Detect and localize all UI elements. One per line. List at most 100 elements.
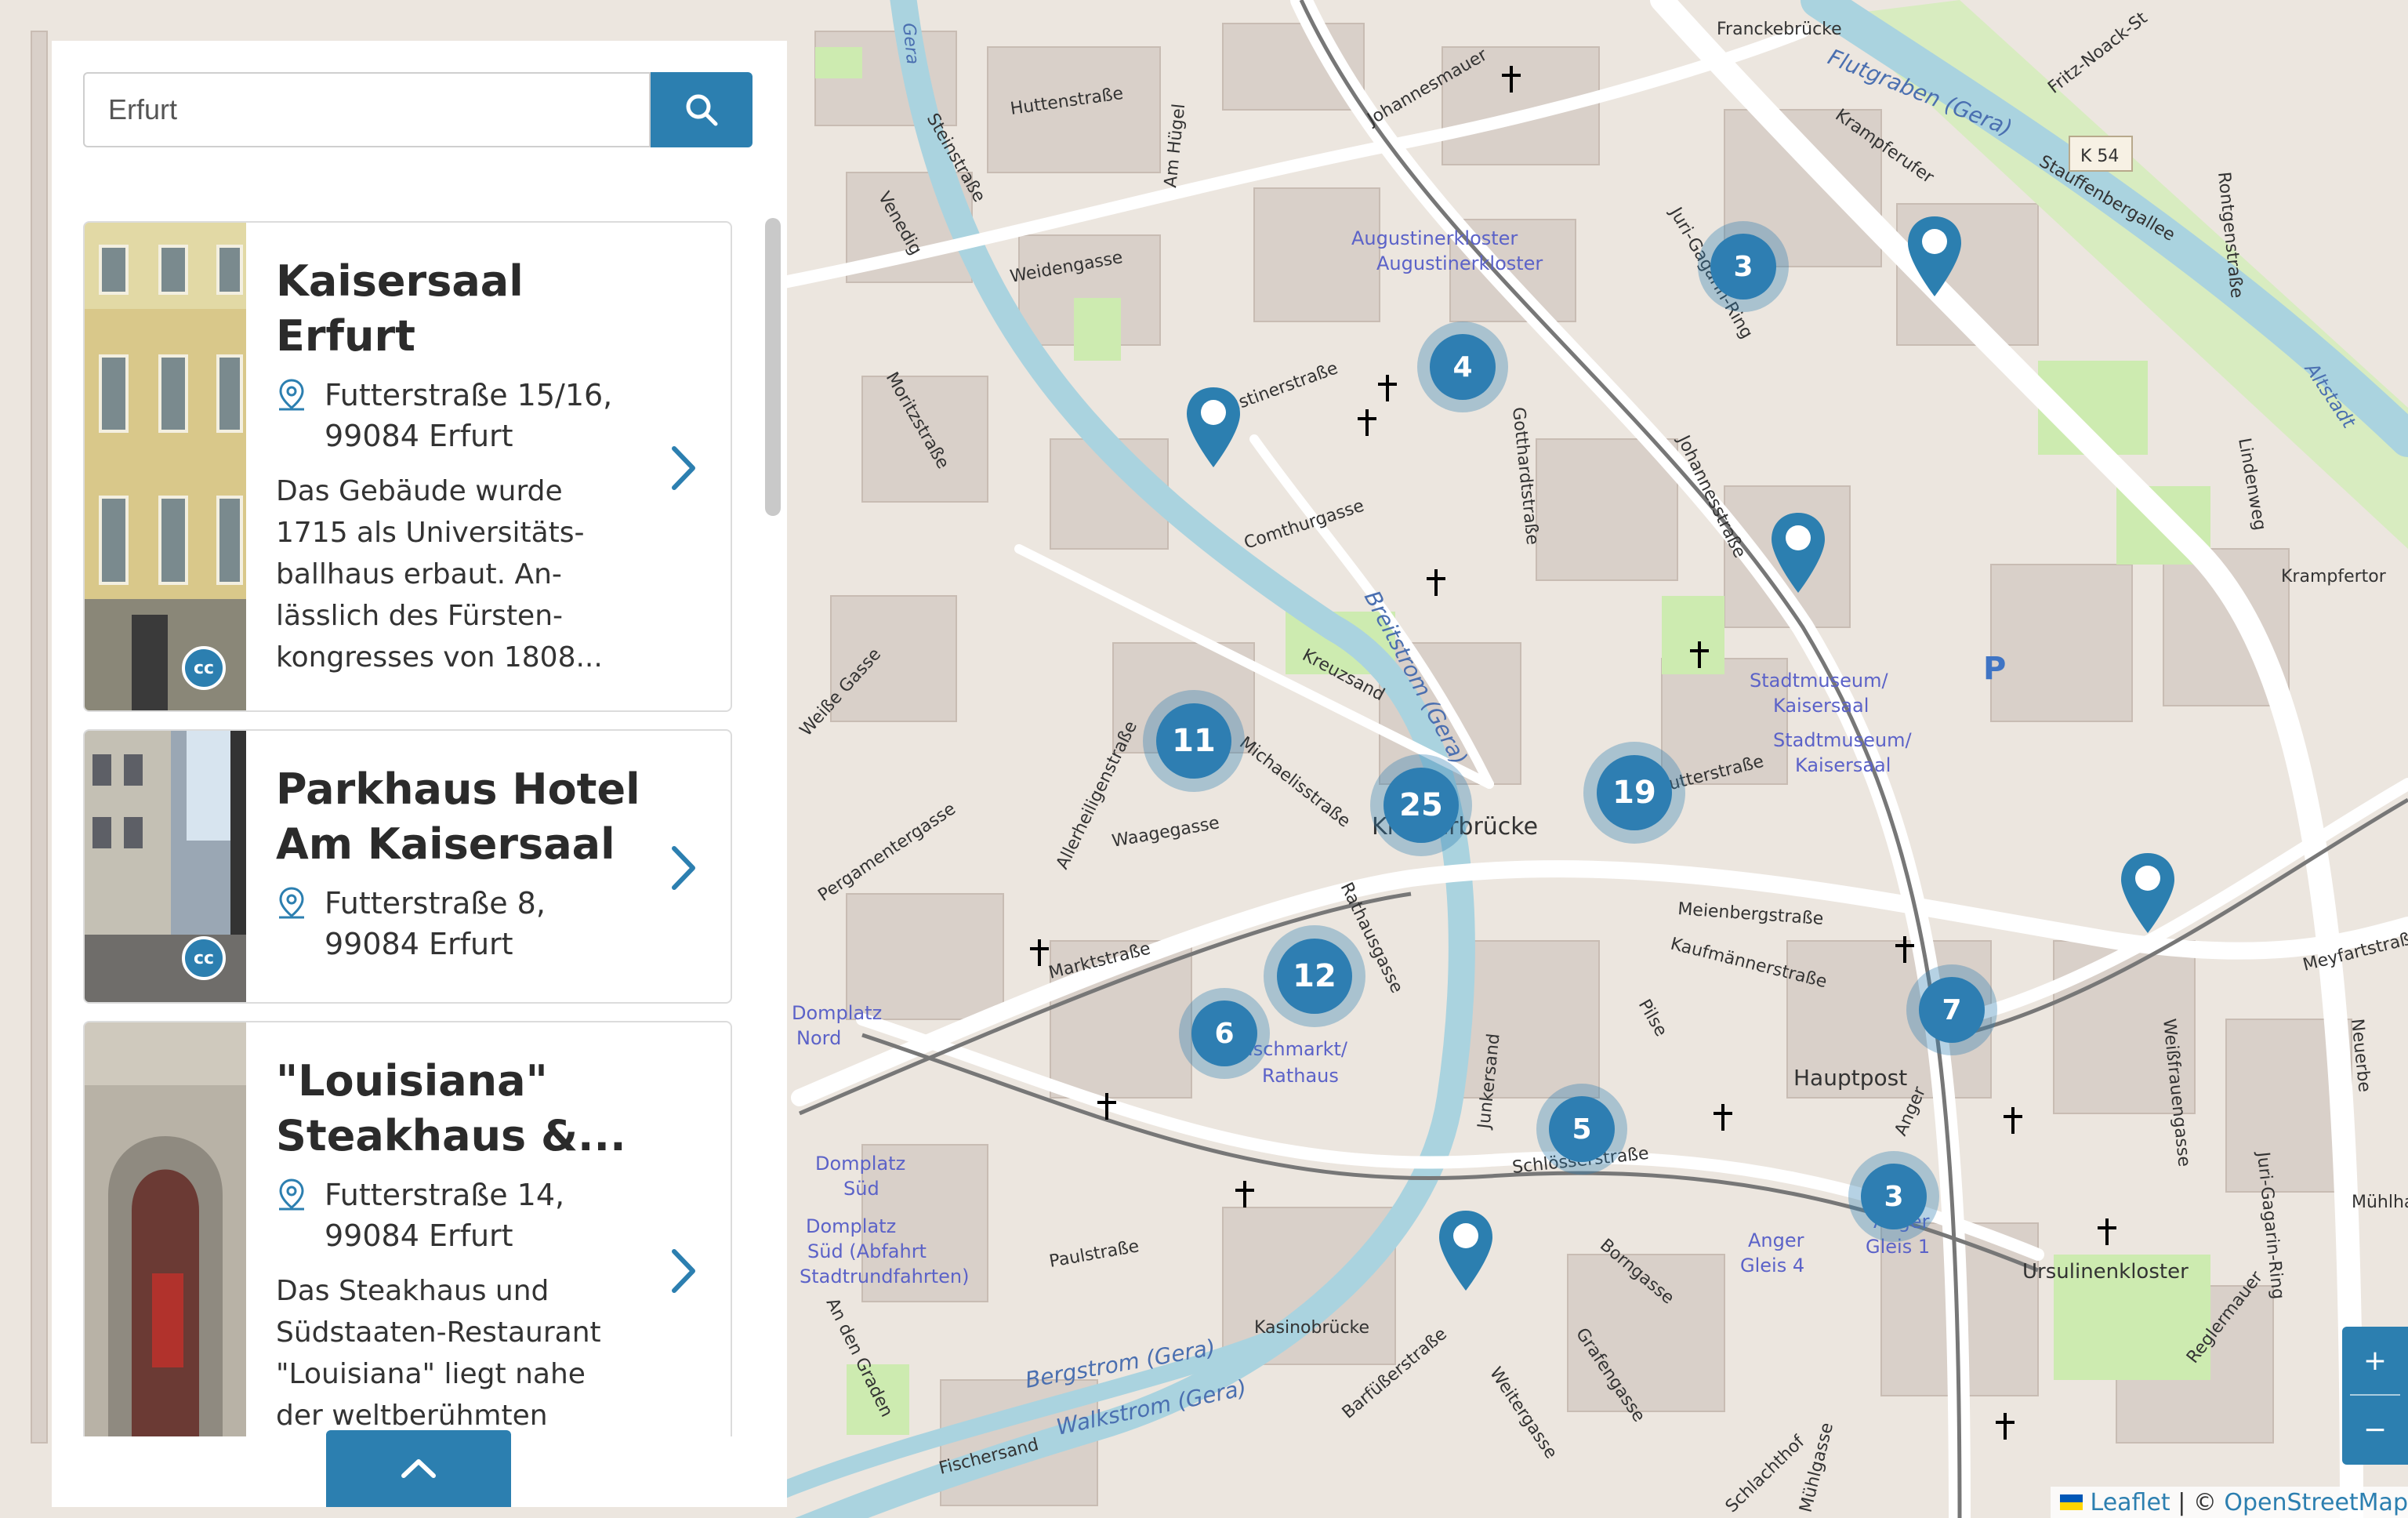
map-cluster[interactable]: 3: [1698, 221, 1789, 312]
result-title-line: "Louisiana": [276, 1056, 548, 1106]
map-marker-pin[interactable]: [1182, 384, 1245, 470]
result-body: Parkhaus Hotel Am Kaisersaal Futterstraß…: [276, 762, 644, 964]
chevron-right-icon[interactable]: [665, 841, 704, 895]
svg-text:Kasinobrücke: Kasinobrücke: [1254, 1318, 1369, 1338]
result-description: Das Gebäude wurde 1715 als Universitäts-…: [276, 470, 644, 678]
results-panel: cc Kaisersaal Erfurt Futterstraße 15/16,…: [52, 41, 787, 1507]
map-cluster[interactable]: 4: [1417, 321, 1508, 412]
svg-text:Domplatz: Domplatz: [806, 1215, 896, 1237]
map-cluster[interactable]: 12: [1264, 925, 1365, 1027]
map-marker-pin[interactable]: [1767, 510, 1830, 596]
svg-text:Augustinerkloster: Augustinerkloster: [1351, 227, 1518, 249]
result-thumbnail: [85, 1022, 246, 1436]
svg-text:P: P: [1983, 651, 2006, 687]
result-address: Futterstraße 15/16, 99084 Erfurt: [276, 375, 644, 456]
result-address: Futterstraße 8, 99084 Erfurt: [276, 883, 644, 964]
map-cluster[interactable]: 5: [1536, 1084, 1627, 1175]
map-marker-pin[interactable]: [1903, 213, 1966, 300]
description-line: Das Steakhaus und: [276, 1275, 549, 1307]
result-title: "Louisiana" Steakhaus &...: [276, 1054, 644, 1164]
svg-text:Nord: Nord: [796, 1027, 841, 1049]
svg-text:Stadtrundfahrten): Stadtrundfahrten): [800, 1266, 970, 1287]
result-title-line: Steakhaus &...: [276, 1111, 626, 1160]
description-line: kongresses von 1808...: [276, 641, 603, 674]
address-line: 99084 Erfurt: [325, 1218, 513, 1253]
cc-license-icon: cc: [182, 936, 226, 980]
result-address-text: Futterstraße 15/16, 99084 Erfurt: [325, 375, 612, 456]
address-line: Futterstraße 8,: [325, 886, 546, 921]
leaflet-link[interactable]: Leaflet: [2091, 1489, 2170, 1516]
svg-text:Franckebrücke: Franckebrücke: [1717, 20, 1842, 39]
result-title: Kaisersaal Erfurt: [276, 254, 644, 364]
map-cluster[interactable]: 25: [1370, 754, 1472, 856]
map-cluster[interactable]: 6: [1179, 988, 1270, 1079]
ukraine-flag-icon: [2060, 1494, 2083, 1510]
map-cluster[interactable]: 19: [1583, 742, 1685, 844]
svg-text:Domplatz: Domplatz: [815, 1153, 905, 1175]
marker-pin-icon: [1439, 1211, 1492, 1291]
result-title-line: Kaisersaal: [276, 256, 524, 306]
result-card[interactable]: cc Kaisersaal Erfurt Futterstraße 15/16,…: [83, 221, 732, 712]
svg-text:Rathaus: Rathaus: [1262, 1065, 1339, 1087]
chevron-right-icon[interactable]: [665, 441, 704, 496]
result-title-line: Am Kaisersaal: [276, 819, 615, 869]
cc-license-icon: cc: [182, 646, 226, 690]
map-attribution: Leaflet | © OpenStreetMap: [2051, 1487, 2408, 1518]
search-icon: [686, 94, 718, 126]
result-card[interactable]: cc Parkhaus Hotel Am Kaisersaal Futterst…: [83, 729, 732, 1004]
svg-text:Anger: Anger: [1748, 1229, 1804, 1251]
result-description: Das Steakhaus und Südstaaten-Restaurant …: [276, 1270, 644, 1436]
location-pin-icon: [279, 379, 304, 411]
doorway-photo-image: [85, 1022, 246, 1436]
search-button[interactable]: [651, 72, 752, 147]
svg-text:Stadtmuseum/: Stadtmuseum/: [1750, 670, 1888, 692]
svg-text:Augustinerkloster: Augustinerkloster: [1376, 252, 1543, 274]
results-list[interactable]: cc Kaisersaal Erfurt Futterstraße 15/16,…: [83, 179, 742, 1436]
svg-text:Süd (Abfahrt: Süd (Abfahrt: [807, 1240, 927, 1262]
description-line: Südstaaten-Restaurant: [276, 1316, 601, 1349]
result-card[interactable]: "Louisiana" Steakhaus &... Futterstraße …: [83, 1021, 732, 1436]
description-line: 1715 als Universitäts-: [276, 517, 585, 549]
result-thumbnail: cc: [85, 223, 246, 710]
location-pin-icon: [279, 887, 304, 919]
zoom-control: + −: [2342, 1327, 2408, 1465]
zoom-divider: [2350, 1394, 2400, 1396]
map-cluster[interactable]: 3: [1848, 1151, 1939, 1242]
description-line: Das Gebäude wurde: [276, 475, 563, 507]
marker-pin-icon: [1187, 387, 1240, 467]
attribution-separator: | ©: [2170, 1488, 2225, 1516]
result-address: Futterstraße 14, 99084 Erfurt: [276, 1175, 644, 1256]
result-body: Kaisersaal Erfurt Futterstraße 15/16, 99…: [276, 254, 644, 678]
search-input[interactable]: [85, 74, 649, 146]
map-marker-pin[interactable]: [2116, 850, 2179, 936]
zoom-out-button[interactable]: −: [2342, 1396, 2408, 1463]
address-line: Futterstraße 14,: [325, 1178, 565, 1212]
results-scrollbar[interactable]: [765, 179, 781, 1436]
result-title-line: Erfurt: [276, 311, 415, 361]
marker-pin-icon: [1908, 216, 1961, 296]
result-body: "Louisiana" Steakhaus &... Futterstraße …: [276, 1054, 644, 1436]
zoom-in-button[interactable]: +: [2342, 1327, 2408, 1394]
building-photo-image: [85, 223, 246, 710]
svg-text:Kaisersaal: Kaisersaal: [1795, 754, 1891, 776]
description-line: lässlich des Fürsten-: [276, 600, 564, 632]
address-line: 99084 Erfurt: [325, 419, 513, 453]
location-pin-icon: [279, 1178, 304, 1211]
svg-text:Krampfertor: Krampfertor: [2281, 567, 2387, 586]
svg-text:Süd: Süd: [843, 1178, 879, 1200]
map-cluster[interactable]: 7: [1906, 964, 1997, 1055]
map-marker-pin[interactable]: [1434, 1208, 1497, 1294]
result-address-text: Futterstraße 14, 99084 Erfurt: [325, 1175, 564, 1256]
osm-link[interactable]: OpenStreetMap: [2224, 1489, 2408, 1516]
scrollbar-thumb[interactable]: [765, 218, 781, 516]
description-line: ballhaus erbaut. An-: [276, 558, 562, 590]
svg-text:Stadtmuseum/: Stadtmuseum/: [1773, 729, 1912, 751]
collapse-panel-button[interactable]: [326, 1430, 511, 1507]
result-address-text: Futterstraße 8, 99084 Erfurt: [325, 883, 546, 964]
map-cluster[interactable]: 11: [1143, 690, 1245, 792]
search-box: [83, 72, 651, 147]
chevron-right-icon[interactable]: [665, 1244, 704, 1298]
result-title: Parkhaus Hotel Am Kaisersaal: [276, 762, 644, 872]
svg-text:K 54: K 54: [2080, 147, 2119, 166]
svg-text:Domplatz: Domplatz: [792, 1002, 882, 1024]
